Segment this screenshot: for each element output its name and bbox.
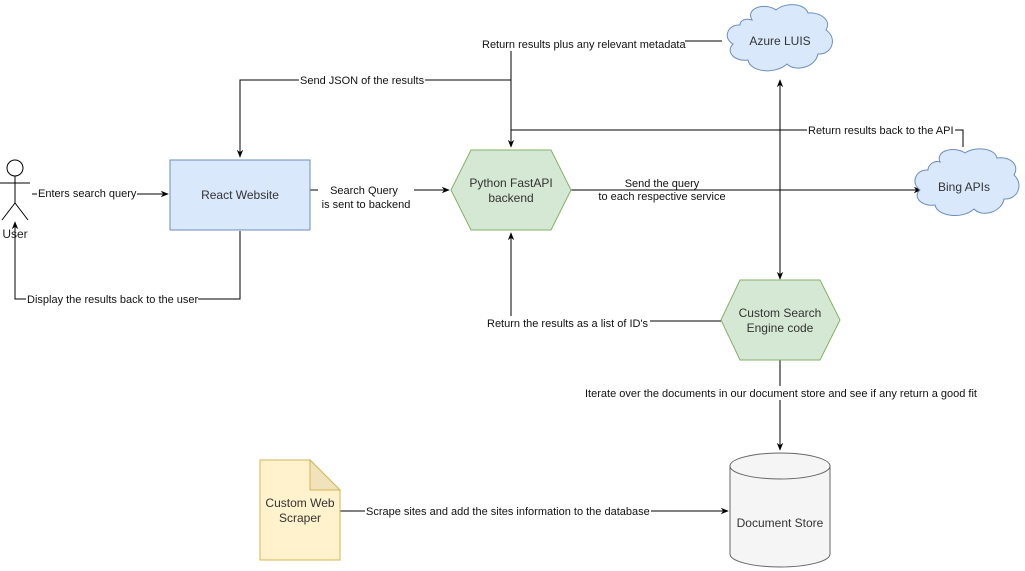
custom-search-engine-node[interactable]: Custom Search Engine code xyxy=(720,279,841,361)
bing-apis-node[interactable]: Bing APIs xyxy=(914,148,1020,216)
edge-label-return-metadata: Return results plus any relevant metadat… xyxy=(482,39,686,51)
user-actor: User xyxy=(0,159,30,241)
react-website-label: React Website xyxy=(201,188,279,202)
edge-label-return-api: Return results back to the API xyxy=(808,125,954,137)
custom-engine-label-line2: Engine code xyxy=(747,321,814,335)
scraper-label-line2: Scraper xyxy=(279,511,321,525)
fastapi-backend-node[interactable]: Python FastAPI backend xyxy=(450,149,572,231)
edge-return-metadata xyxy=(511,40,722,147)
document-store-node[interactable]: Document Store xyxy=(729,452,831,568)
edge-label-search-query-2: is sent to backend xyxy=(322,199,411,211)
scraper-label-line1: Custom Web xyxy=(265,496,334,510)
architecture-diagram: User React Website Python FastAPI backen… xyxy=(0,4,1020,568)
react-website-node[interactable]: React Website xyxy=(169,159,311,231)
edge-label-send-json: Send JSON of the results xyxy=(300,75,425,87)
edge-label-iterate: Iterate over the documents in our docume… xyxy=(585,388,977,400)
edge-send-json xyxy=(236,79,511,158)
edge-label-send-query-1: Send the query xyxy=(625,178,700,190)
azure-luis-node[interactable]: Azure LUIS xyxy=(726,4,833,72)
fastapi-label-line1: Python FastAPI xyxy=(469,176,552,190)
edge-label-return-ids: Return the results as a list of ID's xyxy=(487,318,649,330)
edge-label-search-query-1: Search Query xyxy=(330,185,398,197)
user-label: User xyxy=(2,227,27,241)
edge-label-scrape: Scrape sites and add the sites informati… xyxy=(366,506,650,518)
custom-engine-label-line1: Custom Search xyxy=(739,306,822,320)
fastapi-label-line2: backend xyxy=(488,191,533,205)
edge-label-send-query-2: to each respective service xyxy=(598,191,725,203)
azure-luis-label: Azure LUIS xyxy=(749,34,810,48)
edge-label-display-results: Display the results back to the user xyxy=(27,294,199,306)
edge-label-enters-query: Enters search query xyxy=(38,188,137,200)
edge-display-results xyxy=(11,221,241,300)
document-store-label: Document Store xyxy=(737,516,824,530)
bing-apis-label: Bing APIs xyxy=(938,180,990,194)
custom-web-scraper-node[interactable]: Custom Web Scraper xyxy=(259,458,342,561)
edge-return-ids xyxy=(511,233,721,322)
